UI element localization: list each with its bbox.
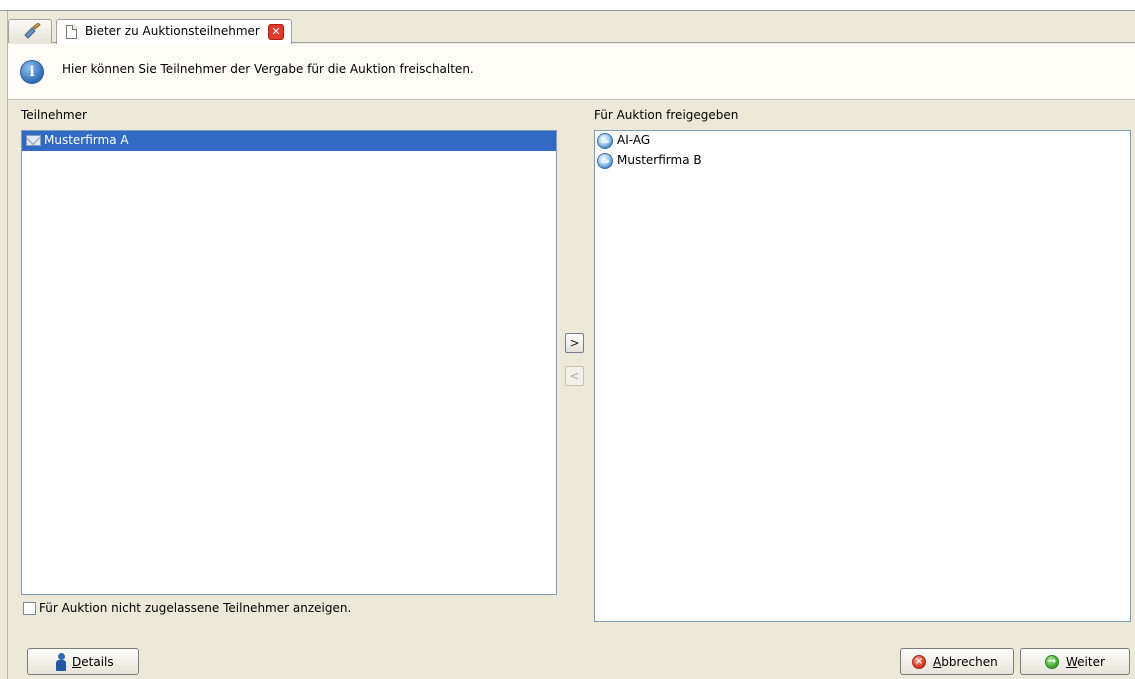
mail-icon <box>26 135 41 146</box>
released-heading: Für Auktion freigegeben <box>594 108 739 122</box>
left-border <box>0 11 8 679</box>
show-unapproved-checkbox[interactable] <box>23 602 36 615</box>
list-item-label: AI-AG <box>617 133 651 147</box>
remove-from-auction-button[interactable]: < <box>565 366 584 386</box>
document-icon <box>66 25 77 39</box>
globe-icon <box>597 133 613 149</box>
next-button[interactable]: → Weiter <box>1020 648 1130 675</box>
info-icon: i <box>20 60 44 84</box>
arrow-right-icon: → <box>1045 655 1059 669</box>
info-banner: i Hier können Sie Teilnehmer der Vergabe… <box>8 44 1135 100</box>
released-list[interactable]: AI-AG Musterfirma B <box>594 130 1131 622</box>
list-item[interactable]: AI-AG <box>595 131 1130 151</box>
tab-home[interactable] <box>8 19 52 43</box>
tab-label: Bieter zu Auktionsteilnehmer <box>85 24 260 38</box>
close-icon[interactable]: ✕ <box>268 24 284 40</box>
globe-icon <box>597 153 613 169</box>
list-item[interactable]: Musterfirma B <box>595 151 1130 171</box>
list-item[interactable]: Musterfirma A <box>22 131 556 151</box>
cancel-label: Abbrechen <box>933 655 998 669</box>
info-text: Hier können Sie Teilnehmer der Vergabe f… <box>62 62 474 76</box>
show-unapproved-label: Für Auktion nicht zugelassene Teilnehmer… <box>39 601 352 615</box>
cancel-button[interactable]: × Abbrechen <box>900 648 1014 675</box>
window-top-edge <box>0 0 1135 11</box>
list-item-label: Musterfirma A <box>44 133 129 147</box>
list-item-label: Musterfirma B <box>617 153 702 167</box>
next-label: Weiter <box>1066 655 1105 669</box>
cancel-icon: × <box>912 655 926 669</box>
tab-bieter-zu-auktionsteilnehmer[interactable]: Bieter zu Auktionsteilnehmer ✕ <box>56 19 292 44</box>
broom-icon <box>24 23 41 39</box>
person-icon <box>56 653 66 671</box>
add-to-auction-button[interactable]: > <box>565 333 584 353</box>
participants-heading: Teilnehmer <box>21 108 87 122</box>
participants-list[interactable]: Musterfirma A <box>21 130 557 595</box>
details-label: Details <box>72 655 114 669</box>
details-button[interactable]: Details <box>27 648 139 675</box>
